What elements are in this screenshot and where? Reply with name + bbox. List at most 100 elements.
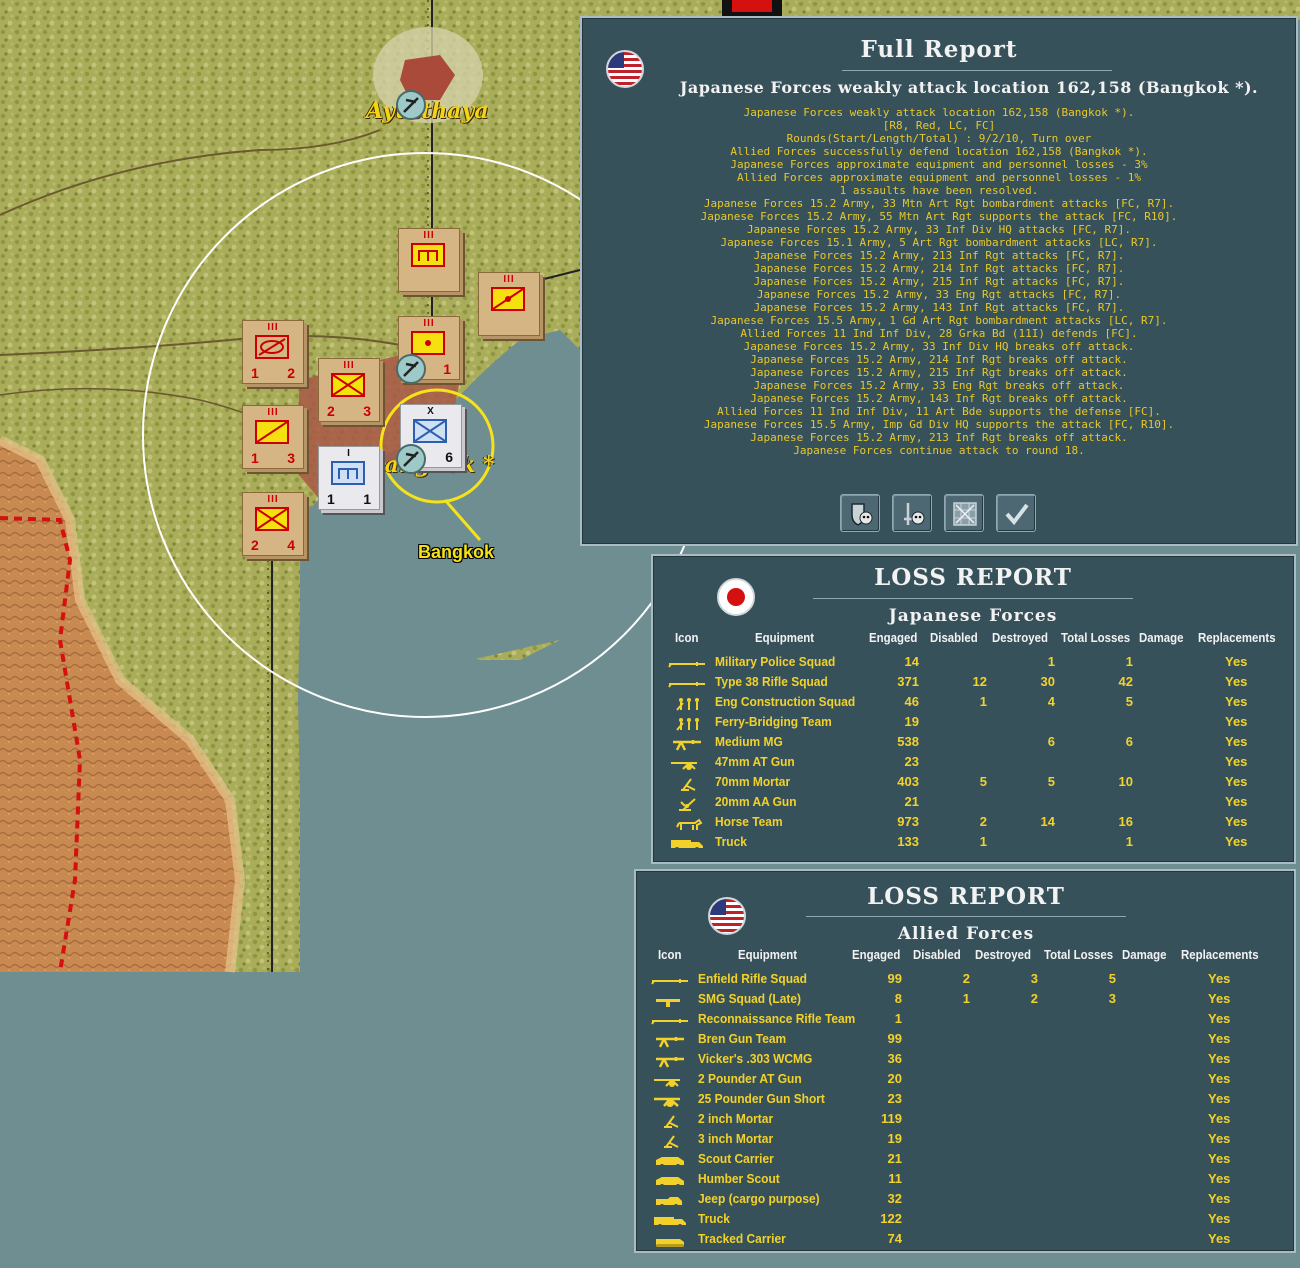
counter-jp-armor[interactable]: III 1 2 xyxy=(242,320,304,384)
column-header[interactable]: Total Losses xyxy=(1044,947,1113,962)
map-grid-button[interactable] xyxy=(944,494,984,532)
equipment-name: Military Police Squad xyxy=(715,654,836,669)
cell-replacements: Yes xyxy=(1225,834,1248,849)
combat-log-line: Japanese Forces approximate equipment an… xyxy=(730,158,1148,171)
unit-value: 1 xyxy=(363,491,371,507)
table-row[interactable]: Humber Scout 11 Yes xyxy=(648,1171,1296,1191)
counter-jp-inf-23[interactable]: III 2 3 xyxy=(318,358,380,422)
cell-engaged: 23 xyxy=(887,1091,902,1106)
table-row[interactable]: Scout Carrier 21 Yes xyxy=(648,1151,1296,1171)
column-header[interactable]: Icon xyxy=(675,630,699,645)
defender-losses-button[interactable] xyxy=(840,494,880,532)
table-row[interactable]: Truck 133 1 1 Yes xyxy=(665,834,1295,854)
counter-jp-art-2[interactable]: III xyxy=(478,272,540,336)
cell-disabled: 1 xyxy=(962,991,970,1006)
cell-total: 1 xyxy=(1125,834,1133,849)
column-header[interactable]: Replacements xyxy=(1181,947,1259,962)
attacker-losses-button[interactable] xyxy=(892,494,932,532)
cell-replacements: Yes xyxy=(1225,794,1248,809)
column-header[interactable]: Damage xyxy=(1139,630,1184,645)
table-row[interactable]: Vicker's .303 WCMG 36 Yes xyxy=(648,1051,1296,1071)
cell-destroyed: 2 xyxy=(1030,991,1038,1006)
counter-jp-inf-13[interactable]: III 1 3 xyxy=(242,405,304,469)
cell-replacements: Yes xyxy=(1208,991,1231,1006)
equipment-name: 3 inch Mortar xyxy=(698,1131,774,1146)
column-header[interactable]: Damage xyxy=(1122,947,1167,962)
equipment-name: Bren Gun Team xyxy=(698,1031,787,1046)
column-header[interactable]: Destroyed xyxy=(975,947,1031,962)
title-divider xyxy=(842,70,1112,71)
table-row[interactable]: 70mm Mortar 403 5 5 10 Yes xyxy=(665,774,1295,794)
cell-destroyed: 5 xyxy=(1047,774,1055,789)
column-header[interactable]: Engaged xyxy=(869,630,917,645)
table-row[interactable]: Type 38 Rifle Squad 371 12 30 42 Yes xyxy=(665,674,1295,694)
place-label-bangkok: Bangkok xyxy=(418,542,495,562)
cell-destroyed: 4 xyxy=(1047,694,1055,709)
cell-replacements: Yes xyxy=(1225,654,1248,669)
table-row[interactable]: Ferry-Bridging Team 19 Yes xyxy=(665,714,1295,734)
combat-log-line: Japanese Forces 15.2 Army, 214 Inf Rgt b… xyxy=(750,353,1128,366)
cell-engaged: 119 xyxy=(881,1111,902,1126)
table-row[interactable]: 20mm AA Gun 21 Yes xyxy=(665,794,1295,814)
combat-log-line: Japanese Forces 15.2 Army, 213 Inf Rgt a… xyxy=(753,249,1125,262)
column-header[interactable]: Total Losses xyxy=(1061,630,1130,645)
table-row[interactable]: 25 Pounder Gun Short 23 Yes xyxy=(648,1091,1296,1111)
confirm-button[interactable] xyxy=(996,494,1036,532)
full-report-panel: Full Report Japanese Forces weakly attac… xyxy=(580,16,1298,546)
column-header[interactable]: Equipment xyxy=(738,947,797,962)
table-row[interactable]: Bren Gun Team 99 Yes xyxy=(648,1031,1296,1051)
combat-log-line: Allied Forces successfully defend locati… xyxy=(730,145,1148,158)
table-row[interactable]: Horse Team 973 2 14 16 Yes xyxy=(665,814,1295,834)
column-header[interactable]: Replacements xyxy=(1198,630,1276,645)
grid-map-icon xyxy=(953,502,977,526)
equipment-name: 70mm Mortar xyxy=(715,774,791,789)
airfield-icon[interactable] xyxy=(396,354,426,384)
machine-gun-icon xyxy=(665,737,709,751)
city-label-ayutthaya: Ayutthaya xyxy=(366,98,489,124)
unit-value: 1 xyxy=(251,365,259,381)
table-row[interactable]: 2 Pounder AT Gun 20 Yes xyxy=(648,1071,1296,1091)
combat-log-line: Japanese Forces 15.2 Army, 215 Inf Rgt b… xyxy=(750,366,1128,379)
cell-engaged: 46 xyxy=(904,694,919,709)
table-row[interactable]: Reconnaissance Rifle Team 1 Yes xyxy=(648,1011,1296,1031)
equipment-name: Jeep (cargo purpose) xyxy=(698,1191,820,1206)
cell-engaged: 21 xyxy=(887,1151,902,1166)
cell-disabled: 2 xyxy=(962,971,970,986)
counter-al-art[interactable]: I 1 1 xyxy=(318,446,380,510)
cell-destroyed: 30 xyxy=(1040,674,1055,689)
equipment-name: Ferry-Bridging Team xyxy=(715,714,832,729)
combat-log-line: Japanese Forces weakly attack location 1… xyxy=(743,106,1135,119)
table-row[interactable]: 2 inch Mortar 119 Yes xyxy=(648,1111,1296,1131)
table-row[interactable]: Enfield Rifle Squad 99 2 3 5 Yes xyxy=(648,971,1296,991)
table-row[interactable]: 3 inch Mortar 19 Yes xyxy=(648,1131,1296,1151)
table-row[interactable]: Eng Construction Squad 46 1 4 5 Yes xyxy=(665,694,1295,714)
table-row[interactable]: Military Police Squad 14 1 1 Yes xyxy=(665,654,1295,674)
cell-engaged: 20 xyxy=(887,1071,902,1086)
table-row[interactable]: Jeep (cargo purpose) 32 Yes xyxy=(648,1191,1296,1211)
cell-engaged: 8 xyxy=(894,991,902,1006)
cell-disabled: 1 xyxy=(979,694,987,709)
column-header[interactable]: Destroyed xyxy=(992,630,1048,645)
cell-replacements: Yes xyxy=(1208,1111,1231,1126)
column-header[interactable]: Equipment xyxy=(755,630,814,645)
cell-engaged: 32 xyxy=(887,1191,902,1206)
airfield-icon[interactable] xyxy=(396,90,426,120)
counter-jp-inf-24[interactable]: III 2 4 xyxy=(242,492,304,556)
table-row[interactable]: SMG Squad (Late) 8 1 2 3 Yes xyxy=(648,991,1296,1011)
counter-jp-art-1[interactable]: III xyxy=(398,228,460,292)
table-row[interactable]: 47mm AT Gun 23 Yes xyxy=(665,754,1295,774)
equipment-name: 20mm AA Gun xyxy=(715,794,797,809)
column-header[interactable]: Disabled xyxy=(913,947,961,962)
cell-replacements: Yes xyxy=(1208,1171,1231,1186)
table-row[interactable]: Medium MG 538 6 6 Yes xyxy=(665,734,1295,754)
unit-value: 2 xyxy=(327,403,335,419)
column-header[interactable]: Engaged xyxy=(852,947,900,962)
equipment-name: Tracked Carrier xyxy=(698,1231,786,1246)
cell-engaged: 133 xyxy=(897,834,919,849)
table-row[interactable]: Tracked Carrier 74 Yes xyxy=(648,1231,1296,1251)
table-row[interactable]: Truck 122 Yes xyxy=(648,1211,1296,1231)
combat-log-line: Japanese Forces continue attack to round… xyxy=(793,444,1085,457)
column-header[interactable]: Icon xyxy=(658,947,682,962)
airfield-icon[interactable] xyxy=(396,444,426,474)
column-header[interactable]: Disabled xyxy=(930,630,978,645)
